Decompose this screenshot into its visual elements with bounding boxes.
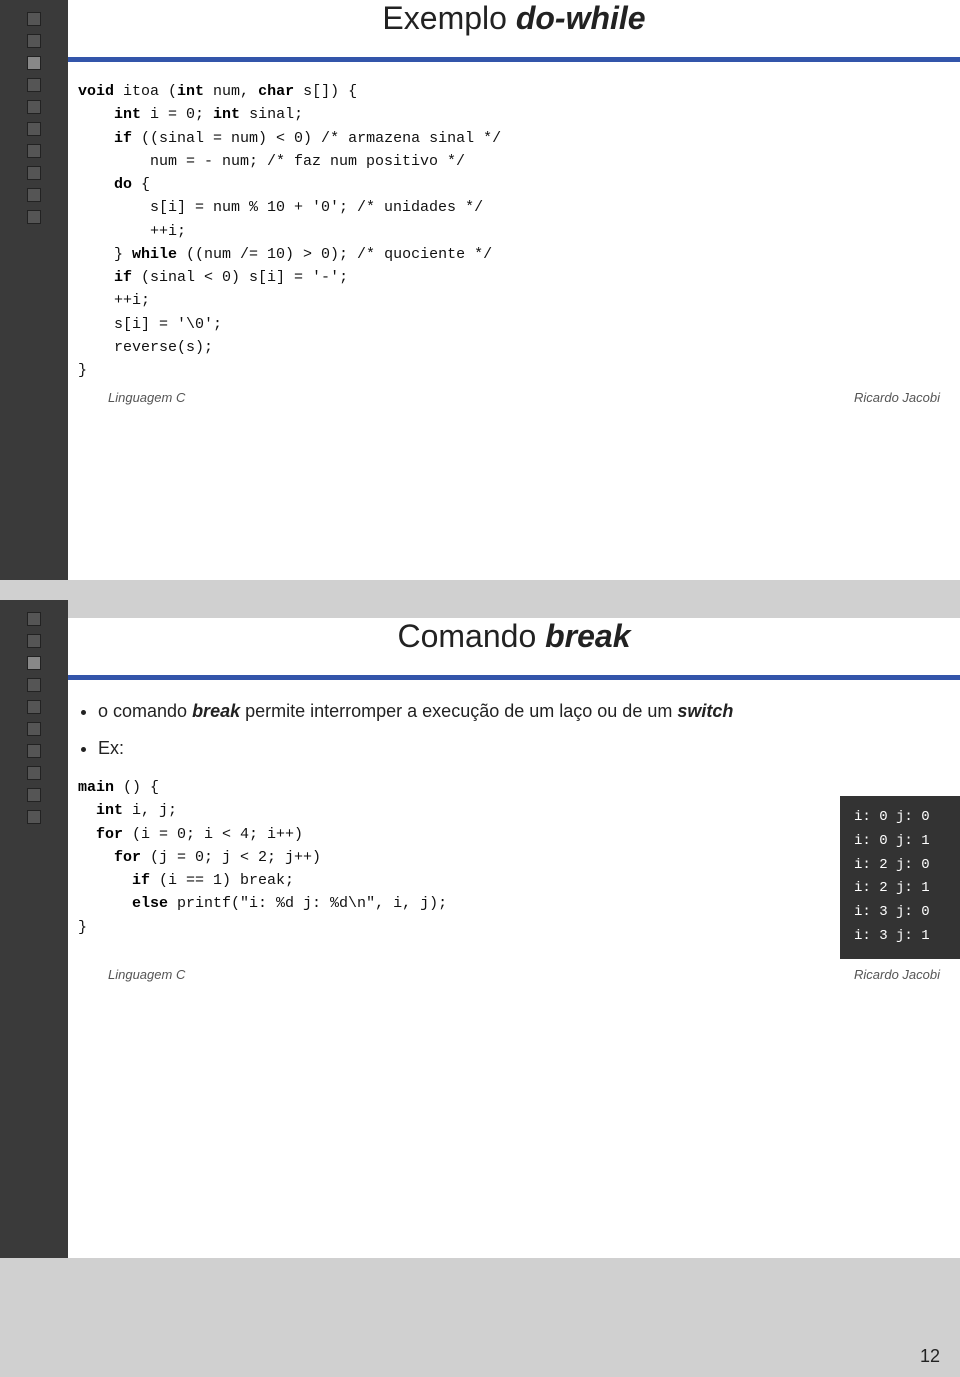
slide2-title-italic: break: [545, 618, 630, 654]
code-line: if (sinal < 0) s[i] = '-';: [78, 266, 950, 289]
sidebar-dot: [27, 144, 41, 158]
slide2-output: i: 0 j: 0 i: 0 j: 1 i: 2 j: 0 i: 2 j: 1 …: [840, 796, 960, 959]
slide2-footer: Linguagem C Ricardo Jacobi: [68, 959, 960, 990]
sidebar-dot: [27, 34, 41, 48]
output-line: i: 2 j: 1: [854, 877, 946, 901]
slide1-content: Exemplo do-while void itoa (int num, cha…: [68, 0, 960, 580]
code-line: num = - num; /* faz num positivo */: [78, 150, 950, 173]
code-line: for (i = 0; i < 4; i++): [78, 823, 800, 846]
bullet1-text-italic2: switch: [677, 701, 733, 721]
code-line: if ((sinal = num) < 0) /* armazena sinal…: [78, 127, 950, 150]
code-line: ++i;: [78, 289, 950, 312]
sidebar-dot: [27, 188, 41, 202]
code-line: reverse(s);: [78, 336, 950, 359]
slide1-title-italic: do-while: [516, 0, 646, 36]
slide2-wrapper: Comando break o comando break permite in…: [0, 600, 960, 1258]
code-line: ++i;: [78, 220, 950, 243]
page-container: Exemplo do-while void itoa (int num, cha…: [0, 0, 960, 1377]
code-line: if (i == 1) break;: [78, 869, 800, 892]
code-line: for (j = 0; j < 2; j++): [78, 846, 800, 869]
slide2-sidebar: [0, 600, 68, 1258]
code-line: void itoa (int num, char s[]) {: [78, 80, 950, 103]
sidebar-dot: [27, 722, 41, 736]
slide2-code-section: main () { int i, j; for (i = 0; i < 4; i…: [68, 776, 960, 959]
sidebar-dot: [27, 678, 41, 692]
slide1-title: Exemplo do-while: [68, 0, 960, 37]
slide1-footer-right: Ricardo Jacobi: [854, 390, 940, 405]
slide2-bullets: o comando break permite interromper a ex…: [68, 698, 960, 762]
slide1-code: void itoa (int num, char s[]) { int i = …: [68, 80, 960, 382]
output-line: i: 3 j: 0: [854, 901, 946, 925]
sidebar-dot: [27, 612, 41, 626]
sidebar-dot: [27, 210, 41, 224]
slide-gap: [0, 580, 960, 600]
slide2-title-normal: Comando: [397, 618, 545, 654]
bottom-area: 12: [0, 1258, 960, 1377]
slide2-code-left: main () { int i, j; for (i = 0; i < 4; i…: [68, 776, 810, 939]
bullet1-text-italic: break: [192, 701, 240, 721]
output-line: i: 2 j: 0: [854, 854, 946, 878]
code-line: } while ((num /= 10) > 0); /* quociente …: [78, 243, 950, 266]
code-line: do {: [78, 173, 950, 196]
page-number: 12: [920, 1346, 940, 1367]
sidebar-dot: [27, 122, 41, 136]
bullet1-text-rest: permite interromper a execução de um laç…: [240, 701, 677, 721]
slide2-blue-bar: [68, 675, 960, 680]
slide1-sidebar: [0, 0, 68, 580]
output-line: i: 3 j: 1: [854, 925, 946, 949]
sidebar-dot: [27, 700, 41, 714]
code-line: }: [78, 916, 800, 939]
slide1-title-normal: Exemplo: [382, 0, 515, 36]
slide2-title: Comando break: [68, 618, 960, 655]
sidebar-dot: [27, 12, 41, 26]
code-line: else printf("i: %d j: %d\n", i, j);: [78, 892, 800, 915]
code-line: int i, j;: [78, 799, 800, 822]
sidebar-dot: [27, 634, 41, 648]
slide1-footer: Linguagem C Ricardo Jacobi: [68, 382, 960, 413]
slide1-wrapper: Exemplo do-while void itoa (int num, cha…: [0, 0, 960, 580]
code-line: main () {: [78, 776, 800, 799]
sidebar-dot: [27, 788, 41, 802]
slide2-code: main () { int i, j; for (i = 0; i < 4; i…: [68, 776, 810, 939]
sidebar-dot: [27, 810, 41, 824]
output-line: i: 0 j: 1: [854, 830, 946, 854]
bullet2-text: Ex:: [98, 738, 124, 758]
slide2-content: Comando break o comando break permite in…: [68, 618, 960, 1258]
sidebar-dot: [27, 100, 41, 114]
sidebar-dot: [27, 78, 41, 92]
slide1-blue-bar: [68, 57, 960, 62]
sidebar-dot: [27, 56, 41, 70]
slide2-footer-left: Linguagem C: [108, 967, 185, 982]
output-line: i: 0 j: 0: [854, 806, 946, 830]
code-line: int i = 0; int sinal;: [78, 103, 950, 126]
slide2-footer-right: Ricardo Jacobi: [854, 967, 940, 982]
sidebar-dot: [27, 166, 41, 180]
bullet1-text-normal: o comando: [98, 701, 192, 721]
code-line: s[i] = num % 10 + '0'; /* unidades */: [78, 196, 950, 219]
sidebar-dot: [27, 744, 41, 758]
bullet-item-1: o comando break permite interromper a ex…: [98, 698, 960, 725]
code-line: }: [78, 359, 950, 382]
code-line: s[i] = '\0';: [78, 313, 950, 336]
slide1-footer-left: Linguagem C: [108, 390, 185, 405]
sidebar-dot: [27, 656, 41, 670]
bullet-item-2: Ex:: [98, 735, 960, 762]
sidebar-dot: [27, 766, 41, 780]
